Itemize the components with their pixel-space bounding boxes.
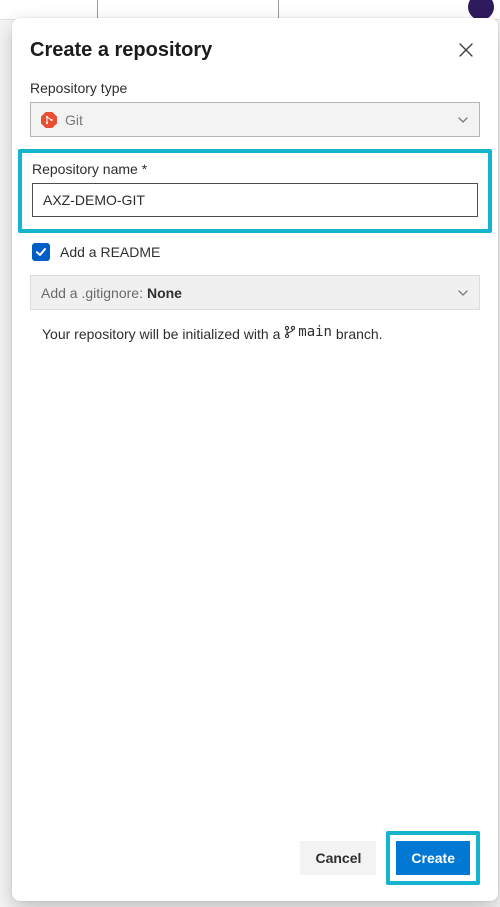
chevron-down-icon: [457, 114, 469, 126]
gitignore-select[interactable]: Add a .gitignore: None: [30, 275, 480, 310]
add-readme-label: Add a README: [60, 244, 160, 260]
repository-name-field: Repository name *: [32, 161, 478, 217]
create-repository-dialog: Create a repository Repository type Git: [12, 18, 498, 901]
initialize-info: Your repository will be initialized with…: [30, 324, 480, 342]
git-icon: [41, 112, 57, 128]
top-bar: [0, 0, 500, 20]
info-prefix: Your repository will be initialized with…: [42, 326, 284, 342]
gitignore-value: None: [147, 285, 457, 301]
dialog-footer: Cancel Create: [30, 831, 480, 885]
chevron-down-icon: [457, 287, 469, 299]
create-button[interactable]: Create: [396, 841, 470, 875]
cancel-button[interactable]: Cancel: [300, 841, 376, 875]
repository-name-input[interactable]: [32, 183, 478, 217]
branch-icon: [284, 325, 296, 339]
branch-name: main: [298, 324, 332, 340]
dialog-title: Create a repository: [30, 39, 212, 62]
add-readme-row[interactable]: Add a README: [30, 243, 480, 261]
repository-type-value: Git: [65, 112, 457, 128]
close-button[interactable]: [452, 36, 480, 64]
repository-type-label: Repository type: [30, 80, 480, 96]
info-suffix: branch.: [336, 326, 383, 342]
add-readme-checkbox[interactable]: [32, 243, 50, 261]
repository-type-select[interactable]: Git: [30, 102, 480, 137]
avatar: [468, 0, 494, 20]
repository-name-highlight: Repository name *: [18, 149, 492, 233]
branch-ref: main: [284, 324, 332, 340]
repository-type-field: Repository type Git: [30, 80, 480, 137]
close-icon: [459, 43, 473, 57]
check-icon: [35, 246, 47, 258]
create-button-highlight: Create: [386, 831, 480, 885]
background: Create a repository Repository type Git: [0, 0, 500, 907]
gitignore-prefix: Add a .gitignore:: [41, 285, 143, 301]
dialog-header: Create a repository: [30, 36, 480, 64]
repository-name-label: Repository name *: [32, 161, 478, 177]
